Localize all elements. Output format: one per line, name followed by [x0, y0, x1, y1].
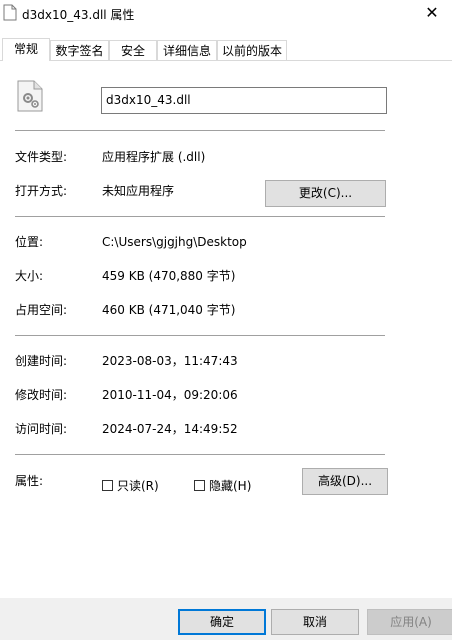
file-type-value: 应用程序扩展 (.dll) — [102, 150, 206, 164]
location-label: 位置: — [15, 235, 44, 249]
modified-value: 2010-11-04，09:20:06 — [102, 388, 238, 402]
tab-previous-versions[interactable]: 以前的版本 — [217, 40, 287, 60]
location-value: C:\Users\gjgjhg\Desktop — [102, 235, 247, 249]
readonly-checkbox[interactable]: 只读(R) — [102, 477, 159, 494]
created-label: 创建时间: — [15, 354, 68, 368]
hidden-checkbox[interactable]: 隐藏(H) — [194, 477, 251, 494]
checkbox-box[interactable] — [102, 480, 113, 491]
file-type-label: 文件类型: — [15, 150, 68, 164]
title-bar: d3dx10_43.dll 属性 ✕ — [0, 0, 452, 30]
size-on-disk-value: 460 KB (471,040 字节) — [102, 303, 236, 317]
separator — [15, 454, 385, 455]
size-on-disk-label: 占用空间: — [15, 303, 68, 317]
advanced-button[interactable]: 高级(D)... — [302, 468, 388, 495]
created-value: 2023-08-03，11:47:43 — [102, 354, 238, 368]
readonly-label: 只读(R) — [117, 479, 159, 493]
window-title: d3dx10_43.dll 属性 — [22, 8, 135, 22]
checkbox-box[interactable] — [194, 480, 205, 491]
tab-security[interactable]: 安全 — [109, 40, 157, 60]
file-name-field[interactable]: d3dx10_43.dll — [101, 87, 387, 114]
change-button[interactable]: 更改(C)... — [265, 180, 386, 207]
size-value: 459 KB (470,880 字节) — [102, 269, 236, 283]
attributes-label: 属性: — [15, 474, 44, 488]
ok-button[interactable]: 确定 — [178, 609, 266, 635]
separator — [15, 335, 385, 336]
accessed-value: 2024-07-24，14:49:52 — [102, 422, 238, 436]
dll-file-icon — [17, 80, 43, 112]
separator — [15, 130, 385, 131]
tab-general[interactable]: 常规 — [2, 38, 50, 61]
modified-label: 修改时间: — [15, 388, 68, 402]
file-icon — [3, 4, 17, 21]
close-icon[interactable]: ✕ — [412, 0, 452, 28]
cancel-button[interactable]: 取消 — [271, 609, 359, 635]
separator — [15, 216, 385, 217]
size-label: 大小: — [15, 269, 44, 283]
opens-with-value: 未知应用程序 — [102, 184, 175, 198]
tab-digital-signatures[interactable]: 数字签名 — [50, 40, 109, 60]
tab-strip: 常规 数字签名 安全 详细信息 以前的版本 — [0, 38, 452, 61]
opens-with-label: 打开方式: — [15, 184, 68, 198]
hidden-label: 隐藏(H) — [209, 479, 252, 493]
general-panel — [0, 61, 452, 598]
accessed-label: 访问时间: — [15, 422, 68, 436]
apply-button[interactable]: 应用(A) — [367, 609, 452, 635]
tab-details[interactable]: 详细信息 — [157, 40, 217, 60]
